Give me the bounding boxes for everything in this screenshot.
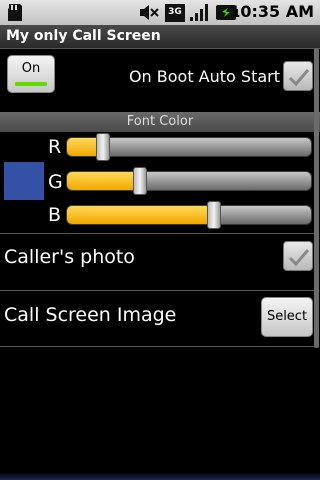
title-bar: My only Call Screen [0, 25, 320, 49]
slider-g-fill [67, 172, 141, 190]
signal-icon [190, 4, 208, 21]
slider-r-thumb[interactable] [96, 133, 110, 161]
channel-label-r: R [48, 136, 62, 158]
channel-label-g: G [48, 171, 63, 193]
check-icon [288, 249, 310, 267]
font-color-header: Font Color [0, 112, 320, 132]
network-label: 3G [168, 7, 182, 17]
bottom-edge [0, 472, 320, 480]
app-title: My only Call Screen [6, 28, 161, 44]
slider-b-track[interactable] [66, 205, 312, 225]
on-boot-label: On Boot Auto Start [128, 67, 280, 86]
slider-g-thumb[interactable] [133, 167, 147, 195]
on-boot-checkbox[interactable] [283, 61, 313, 91]
muted-speaker-icon [140, 5, 159, 20]
call-screen-image-label: Call Screen Image [4, 304, 177, 326]
on-toggle-label: On [21, 61, 41, 76]
callers-photo-label: Caller's photo [4, 246, 135, 268]
3g-data-icon: 3G [165, 4, 185, 22]
scrollbar[interactable] [314, 48, 319, 348]
sd-card-icon [8, 4, 22, 21]
color-swatch [4, 162, 44, 200]
divider [0, 346, 314, 347]
toggle-indicator [15, 82, 47, 86]
status-time: 10:35 AM [229, 2, 314, 21]
on-toggle-button[interactable]: On [7, 55, 55, 93]
channel-label-b: B [48, 204, 62, 226]
callers-photo-checkbox[interactable] [283, 241, 313, 271]
slider-b-fill [67, 206, 215, 224]
status-bar: 3G 10:35 AM [0, 0, 320, 25]
slider-b-thumb[interactable] [207, 201, 221, 229]
divider [0, 233, 314, 234]
divider [0, 290, 314, 291]
select-image-button[interactable]: Select [261, 297, 313, 337]
slider-g-track[interactable] [66, 171, 312, 191]
check-icon [288, 69, 310, 87]
